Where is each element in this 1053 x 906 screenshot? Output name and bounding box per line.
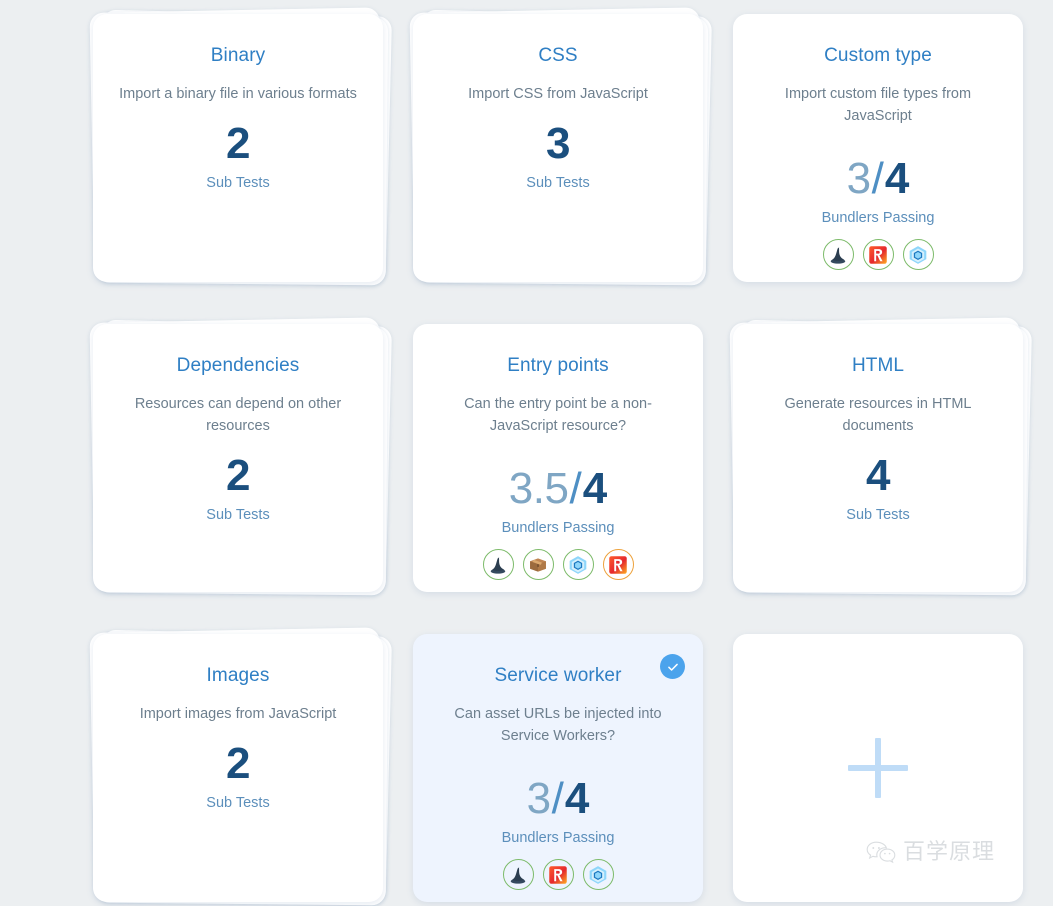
- metric-label: Sub Tests: [526, 174, 590, 191]
- card-title: Dependencies: [176, 355, 300, 376]
- test-card-html[interactable]: HTML Generate resources in HTML documents…: [733, 324, 1023, 592]
- bundler-icon-row: [482, 549, 634, 581]
- test-card-binary[interactable]: Binary Import a binary file in various fo…: [93, 14, 383, 282]
- subtest-count: 4: [866, 450, 890, 500]
- fraction-numerator: 3: [846, 153, 871, 203]
- fraction-denominator: 4: [884, 153, 910, 203]
- watermark-text: 百学原理: [903, 840, 996, 865]
- card-metric: 2 Sub Tests: [206, 738, 270, 811]
- bundler-parcel[interactable]: [822, 239, 854, 271]
- card-metric: 3/4 Bundlers Passing: [502, 764, 615, 846]
- card-metric: 3/4 Bundlers Passing: [822, 144, 935, 226]
- subtest-count: 2: [226, 738, 250, 788]
- card-description: Can asset URLs be injected into Service …: [454, 705, 662, 744]
- card-description: Import a binary file in various formats: [119, 85, 357, 102]
- card-cell: Images Import images from JavaScript 2 Sub …: [78, 620, 398, 906]
- bundler-icon-row: [822, 239, 934, 271]
- card-description: Resources can depend on other resources: [134, 395, 342, 434]
- card-title: Binary: [210, 45, 266, 66]
- card-description: Generate resources in HTML documents: [784, 395, 972, 434]
- test-card-dependencies[interactable]: Dependencies Resources can depend on othe…: [93, 324, 383, 592]
- rollup-r-icon: [549, 866, 567, 884]
- wizard-hat-icon: [490, 557, 506, 574]
- card-cell: Binary Import a binary file in various fo…: [78, 0, 398, 310]
- card-cell: Custom type Import custom file types from…: [718, 0, 1038, 310]
- card-metric: 2 Sub Tests: [206, 118, 270, 191]
- metric-label: Sub Tests: [206, 506, 270, 523]
- bundler-rollup[interactable]: [542, 859, 574, 891]
- bundler-webpack[interactable]: [902, 239, 934, 271]
- bundler-webpack[interactable]: [582, 859, 614, 891]
- card-metric: 3.5/4 Bundlers Passing: [502, 454, 615, 536]
- watermark: 百学原理: [866, 840, 995, 866]
- metric-label: Bundlers Passing: [501, 519, 615, 536]
- cardboard-box-icon: [530, 558, 546, 572]
- card-cell: HTML Generate resources in HTML documents…: [718, 310, 1038, 620]
- test-card-service-worker[interactable]: Service worker Can asset URLs be injected…: [413, 634, 703, 902]
- fraction-slash: /: [871, 153, 884, 203]
- fraction-slash: /: [551, 773, 564, 823]
- plus-icon: [848, 738, 908, 798]
- card-cell: Entry points Can the entry point be a non…: [398, 310, 718, 620]
- rollup-r-icon: [869, 246, 887, 264]
- card-description: Can the entry point be a non-JavaScript …: [464, 395, 652, 434]
- metric-label: Sub Tests: [206, 794, 270, 811]
- metric-label: Bundlers Passing: [501, 829, 615, 846]
- card-metric: 4 Sub Tests: [846, 450, 910, 523]
- wechat-icon: [866, 841, 896, 864]
- card-title: Custom type: [824, 45, 932, 66]
- metric-label: Bundlers Passing: [821, 209, 935, 226]
- bundler-rollup[interactable]: [602, 549, 634, 581]
- card-description: Import images from JavaScript: [139, 705, 337, 722]
- fraction-slash: /: [569, 463, 582, 513]
- bundler-parcel[interactable]: [502, 859, 534, 891]
- test-card-grid: Binary Import a binary file in various fo…: [0, 0, 1053, 906]
- test-card-images[interactable]: Images Import images from JavaScript 2 Sub …: [93, 634, 383, 902]
- rollup-r-icon: [609, 556, 627, 574]
- card-cell: Service worker Can asset URLs be injected…: [398, 620, 718, 906]
- card-metric: 3 Sub Tests: [526, 118, 590, 191]
- subtest-count: 2: [226, 118, 250, 168]
- bundler-fraction: 3/4: [502, 773, 615, 823]
- card-cell: CSS Import CSS from JavaScript 3 Sub Tests: [398, 0, 718, 310]
- bundler-browserify[interactable]: [522, 549, 554, 581]
- bundler-rollup[interactable]: [862, 239, 894, 271]
- fraction-numerator: 3: [526, 773, 551, 823]
- test-card-custom-type[interactable]: Custom type Import custom file types from…: [733, 14, 1023, 282]
- wizard-hat-icon: [830, 247, 846, 264]
- fraction-denominator: 4: [582, 463, 608, 513]
- fraction-denominator: 4: [564, 773, 590, 823]
- card-title: Images: [206, 665, 270, 686]
- bundler-fraction: 3.5/4: [502, 463, 615, 513]
- metric-label: Sub Tests: [206, 174, 270, 191]
- bundler-icon-row: [502, 859, 614, 891]
- test-card-entry-points[interactable]: Entry points Can the entry point be a non…: [413, 324, 703, 592]
- bundler-parcel[interactable]: [482, 549, 514, 581]
- card-description: Import CSS from JavaScript: [468, 85, 648, 102]
- webpack-cube-icon: [569, 555, 587, 574]
- card-metric: 2 Sub Tests: [206, 450, 270, 523]
- test-card-css[interactable]: CSS Import CSS from JavaScript 3 Sub Tests: [413, 14, 703, 282]
- subtest-count: 2: [226, 450, 250, 500]
- webpack-cube-icon: [589, 865, 607, 884]
- selected-check-icon[interactable]: [660, 654, 685, 679]
- card-title: CSS: [538, 45, 578, 66]
- card-cell: Dependencies Resources can depend on othe…: [78, 310, 398, 620]
- card-description: Import custom file types from JavaScript: [784, 85, 972, 124]
- webpack-cube-icon: [909, 245, 927, 264]
- bundler-webpack[interactable]: [562, 549, 594, 581]
- card-title: HTML: [851, 355, 905, 376]
- subtest-count: 3: [546, 118, 570, 168]
- card-title: Entry points: [507, 355, 609, 376]
- metric-label: Sub Tests: [846, 506, 910, 523]
- fraction-numerator: 3.5: [508, 463, 569, 513]
- card-title: Service worker: [494, 665, 622, 686]
- bundler-fraction: 3/4: [822, 153, 935, 203]
- wizard-hat-icon: [510, 867, 526, 884]
